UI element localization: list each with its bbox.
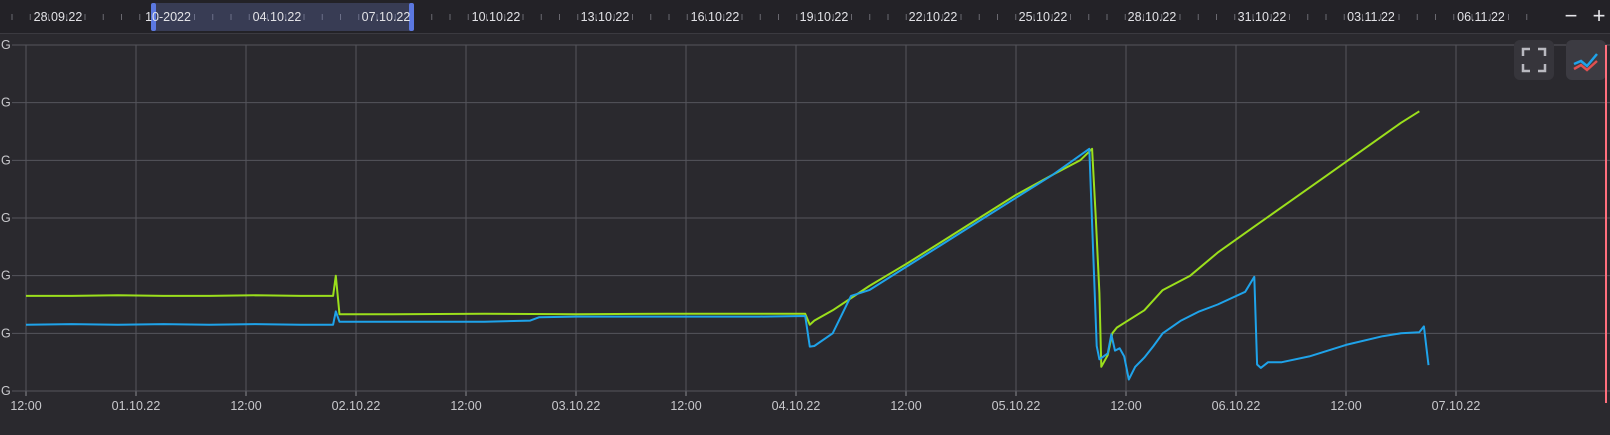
x-tick-label: 03.10.22 <box>552 399 601 413</box>
x-tick-label: 07.10.22 <box>1432 399 1481 413</box>
navigator-date-label: 28.10.22 <box>1127 10 1177 24</box>
navigator-date-label: 13.10.22 <box>580 10 630 24</box>
navigator-date-label: 19.10.22 <box>799 10 849 24</box>
x-tick-label: 01.10.22 <box>112 399 161 413</box>
time-navigator[interactable]: 28.09.22 10-2022 04.10.22 07.10.22 10.10.22 1… <box>0 0 1610 34</box>
x-tick-label: 12:00 <box>890 399 921 413</box>
x-tick-label: 12:00 <box>670 399 701 413</box>
y-tick-label: G <box>1 326 11 340</box>
x-tick-label: 02.10.22 <box>332 399 381 413</box>
x-tick-label: 06.10.22 <box>1212 399 1261 413</box>
navigator-date-label: 10.10.22 <box>471 10 521 24</box>
y-tick-label: G <box>1 211 11 225</box>
navigator-date-label: 04.10.22 <box>252 10 302 24</box>
y-tick-label: G <box>1 96 11 110</box>
x-tick-label: 12:00 <box>10 399 41 413</box>
y-tick-label: G <box>1 269 11 283</box>
y-tick-label: G <box>1 153 11 167</box>
navigator-date-label: 28.09.22 <box>33 10 83 24</box>
zoom-out-button[interactable]: − <box>1560 4 1582 28</box>
y-tick-label: G <box>1 38 11 52</box>
x-tick-label: 12:00 <box>1330 399 1361 413</box>
x-tick-label: 12:00 <box>230 399 261 413</box>
navigator-date-label: 03.11.22 <box>1347 10 1395 24</box>
x-tick-label: 05.10.22 <box>992 399 1041 413</box>
series-toggle-button[interactable] <box>1566 40 1606 80</box>
current-time-marker <box>1605 45 1607 403</box>
fullscreen-icon <box>1521 47 1547 73</box>
x-tick-label: 12:00 <box>450 399 481 413</box>
navigator-date-label: 22.10.22 <box>908 10 958 24</box>
navigator-date-label: 07.10.22 <box>361 10 411 24</box>
navigator-date-label: 25.10.22 <box>1018 10 1068 24</box>
navigator-date-label: 16.10.22 <box>690 10 740 24</box>
x-tick-label: 04.10.22 <box>772 399 821 413</box>
line-chart: 12:00 01.10.22 12:00 02.10.22 12:00 03.10.22 1… <box>1 38 1610 413</box>
y-tick-label: G <box>1 384 11 398</box>
x-tick-label: 12:00 <box>1110 399 1141 413</box>
series-green-line <box>26 110 1420 368</box>
zoom-in-button[interactable]: + <box>1588 4 1610 28</box>
navigator-date-label: 31.10.22 <box>1237 10 1287 24</box>
line-chart-icon <box>1573 53 1598 72</box>
series-blue-line <box>25 147 1430 381</box>
grid <box>12 44 1610 396</box>
fullscreen-button[interactable] <box>1514 40 1554 80</box>
navigator-date-label: 06.11.22 <box>1457 10 1505 24</box>
navigator-date-label: 10-2022 <box>145 10 191 24</box>
